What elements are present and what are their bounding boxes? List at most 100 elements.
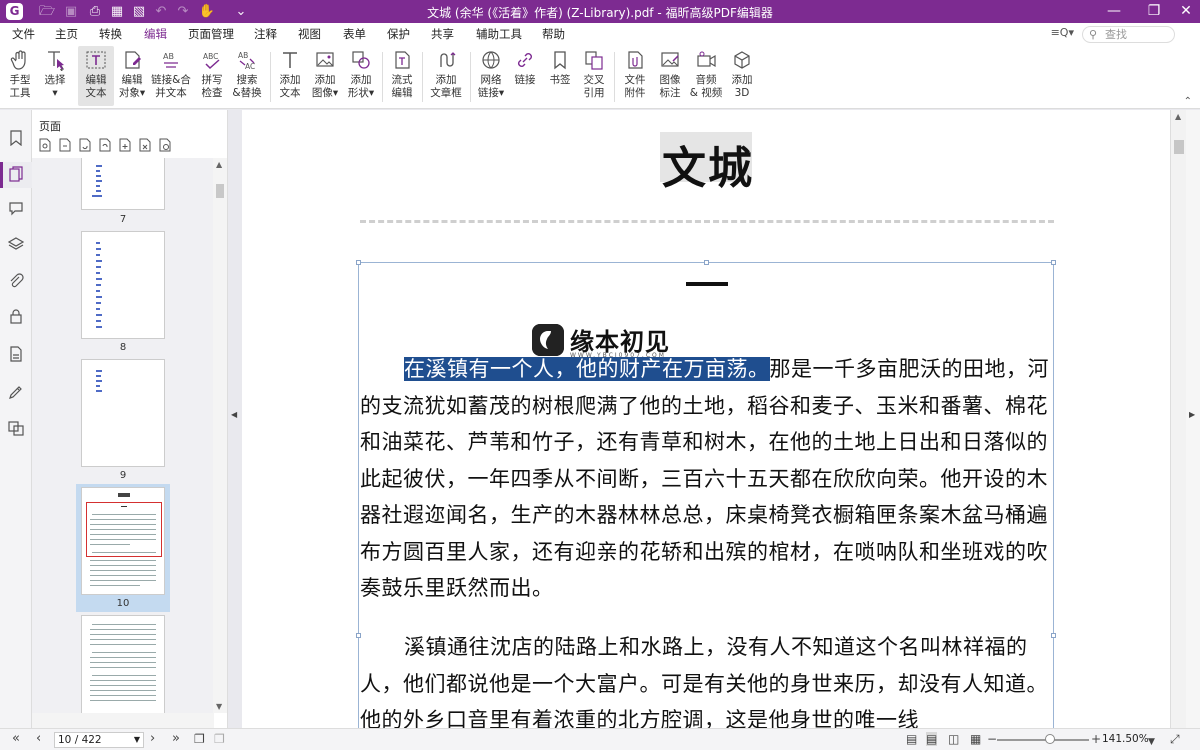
- resize-handle[interactable]: [356, 260, 361, 265]
- pages-panel-icon[interactable]: [8, 166, 24, 182]
- file-attachment-icon: [628, 51, 643, 69]
- page-thumbnail[interactable]: [81, 231, 165, 339]
- next-view-icon[interactable]: ❐: [214, 732, 225, 746]
- zoom-dropdown-icon[interactable]: ▼: [1148, 735, 1155, 749]
- minimize-icon[interactable]: —: [1094, 0, 1134, 23]
- image-annotation-button[interactable]: 图像 标注: [653, 46, 687, 106]
- scroll-up-icon[interactable]: ▲: [1175, 112, 1181, 121]
- page-zoom-icon[interactable]: [59, 138, 71, 152]
- continuous-facing-view-icon[interactable]: ▦: [970, 732, 981, 746]
- collapse-ribbon-icon[interactable]: ⌃: [1184, 96, 1192, 107]
- insert-page-icon[interactable]: [119, 138, 131, 152]
- menu-annotate[interactable]: 注释: [254, 26, 277, 42]
- zoom-in-icon[interactable]: +: [1091, 732, 1101, 746]
- edit-object-button[interactable]: 编辑 对象▾: [116, 46, 148, 106]
- menu-view[interactable]: 视图: [298, 26, 321, 42]
- edit-text-button[interactable]: 编辑 文本: [78, 46, 114, 106]
- page-thumbnail[interactable]: [81, 615, 165, 713]
- menu-protect[interactable]: 保护: [387, 26, 410, 42]
- page-number-input[interactable]: 10 / 422 ▼: [54, 732, 144, 748]
- menu-convert[interactable]: 转换: [99, 26, 122, 42]
- bookmark-panel-icon[interactable]: [8, 130, 24, 146]
- menu-edit[interactable]: 编辑: [141, 26, 170, 46]
- previous-view-icon[interactable]: ❐: [194, 732, 205, 746]
- single-page-view-icon[interactable]: ▤: [906, 732, 917, 746]
- add-article-box-button[interactable]: 添加 文章框: [427, 46, 465, 106]
- document-scrollbar[interactable]: ▲: [1170, 110, 1186, 728]
- paragraph-1[interactable]: 在溪镇有一个人，他的财产在万亩荡。那是一千多亩肥沃的田地，河的支流犹如蓄茂的树根…: [360, 351, 1054, 607]
- facing-view-icon[interactable]: ◫: [948, 732, 959, 746]
- cross-reference-button[interactable]: 交叉 引用: [578, 46, 610, 106]
- page-thumbnail-current[interactable]: [81, 487, 165, 595]
- web-link-button[interactable]: 网络 链接▾: [474, 46, 508, 106]
- rotate-page-icon[interactable]: [79, 138, 91, 152]
- page-properties-icon[interactable]: [159, 138, 171, 152]
- search-replace-button[interactable]: AB AC 搜索 &替换: [230, 46, 264, 106]
- rotate-page-ccw-icon[interactable]: [99, 138, 111, 152]
- form-panel-icon[interactable]: [8, 346, 24, 362]
- last-page-icon[interactable]: »: [172, 732, 180, 746]
- comments-panel-icon[interactable]: [8, 200, 24, 216]
- expand-right-panel-icon[interactable]: ▶: [1189, 410, 1195, 419]
- thumbnail-scrollbar[interactable]: ▲ ▼: [213, 158, 227, 713]
- right-panel-handle[interactable]: ▶: [1186, 110, 1200, 728]
- bookmark-button[interactable]: 书签: [544, 46, 576, 106]
- page-thumbnail[interactable]: [81, 158, 165, 210]
- zoom-level[interactable]: 141.50%: [1102, 733, 1149, 745]
- menu-accessibility[interactable]: 辅助工具: [476, 26, 522, 42]
- add-text-button[interactable]: 添加 文本: [274, 46, 306, 106]
- document-title[interactable]: 文城: [662, 132, 754, 196]
- attachments-panel-icon[interactable]: [8, 272, 24, 288]
- menu-form[interactable]: 表单: [343, 26, 366, 42]
- zoom-out-icon[interactable]: −: [987, 732, 997, 746]
- previous-page-icon[interactable]: ‹: [36, 732, 41, 746]
- fullscreen-icon[interactable]: ⤢: [1170, 732, 1180, 746]
- first-page-icon[interactable]: «: [12, 732, 20, 746]
- edit-object-icon: [125, 51, 141, 69]
- add-shape-button[interactable]: 添加 形状▾: [344, 46, 378, 106]
- spell-check-button[interactable]: ABC 拼写 检查: [196, 46, 228, 106]
- close-icon[interactable]: ✕: [1166, 0, 1200, 23]
- menu-home[interactable]: 主页: [55, 26, 78, 42]
- security-panel-icon[interactable]: [8, 308, 24, 324]
- zoom-slider-knob[interactable]: [1045, 734, 1055, 744]
- link-merge-text-button[interactable]: AB 链接&合 并文本: [150, 46, 192, 106]
- zoom-slider[interactable]: [997, 739, 1089, 741]
- menu-share[interactable]: 共享: [431, 26, 454, 42]
- audio-video-button[interactable]: 音频 & 视频: [689, 46, 723, 106]
- add-3d-button[interactable]: 添加 3D: [726, 46, 758, 106]
- scroll-down-icon[interactable]: ▼: [216, 702, 222, 711]
- search-placeholder: 查找: [1105, 28, 1127, 41]
- menu-file[interactable]: 文件: [12, 26, 35, 42]
- continuous-view-icon[interactable]: ▤: [926, 732, 938, 746]
- collapse-arrow-icon[interactable]: ◀: [231, 410, 237, 419]
- link-button[interactable]: 链接: [510, 46, 540, 106]
- next-page-icon[interactable]: ›: [150, 732, 155, 746]
- flow-edit-button[interactable]: 流式 编辑: [386, 46, 418, 106]
- add-image-button[interactable]: 添加 图像▾: [308, 46, 342, 106]
- menu-help[interactable]: 帮助: [542, 26, 565, 42]
- find-options-icon[interactable]: ≡Q▾: [1051, 26, 1074, 39]
- paragraph-2[interactable]: 溪镇通往沈店的陆路上和水路上，没有人不知道这个名叫林祥福的人，他们都说他是一个大…: [360, 629, 1054, 728]
- resize-handle[interactable]: [704, 260, 709, 265]
- paragraph-1-text: 那是一千多亩肥沃的田地，河的支流犹如蓄茂的树根爬满了他的土地，稻谷和麦子、玉米和…: [360, 357, 1049, 600]
- compare-panel-icon[interactable]: [8, 420, 24, 436]
- scrollbar-thumb[interactable]: [216, 184, 224, 198]
- hand-tool-button[interactable]: 手型 工具: [4, 46, 36, 106]
- select-tool-button[interactable]: 选择 ▾: [40, 46, 70, 106]
- scroll-up-icon[interactable]: ▲: [216, 160, 222, 169]
- search-input[interactable]: ⚲ 查找: [1082, 26, 1175, 43]
- panel-collapse-handle[interactable]: ◀: [228, 110, 242, 728]
- chevron-down-icon[interactable]: ▼: [134, 733, 140, 747]
- file-attachment-button[interactable]: 文件 附件: [619, 46, 651, 106]
- page-thumbnail[interactable]: [81, 359, 165, 467]
- scrollbar-thumb[interactable]: [1174, 140, 1184, 154]
- menu-page-management[interactable]: 页面管理: [188, 26, 234, 42]
- selected-text[interactable]: 在溪镇有一个人，他的财产在万亩荡。: [404, 357, 770, 381]
- layers-panel-icon[interactable]: [8, 236, 24, 252]
- sign-panel-icon[interactable]: [8, 384, 24, 400]
- page-options-icon[interactable]: [39, 138, 51, 152]
- delete-page-icon[interactable]: [139, 138, 151, 152]
- thumbnail-hscrollbar[interactable]: [32, 713, 214, 728]
- resize-handle[interactable]: [1051, 260, 1056, 265]
